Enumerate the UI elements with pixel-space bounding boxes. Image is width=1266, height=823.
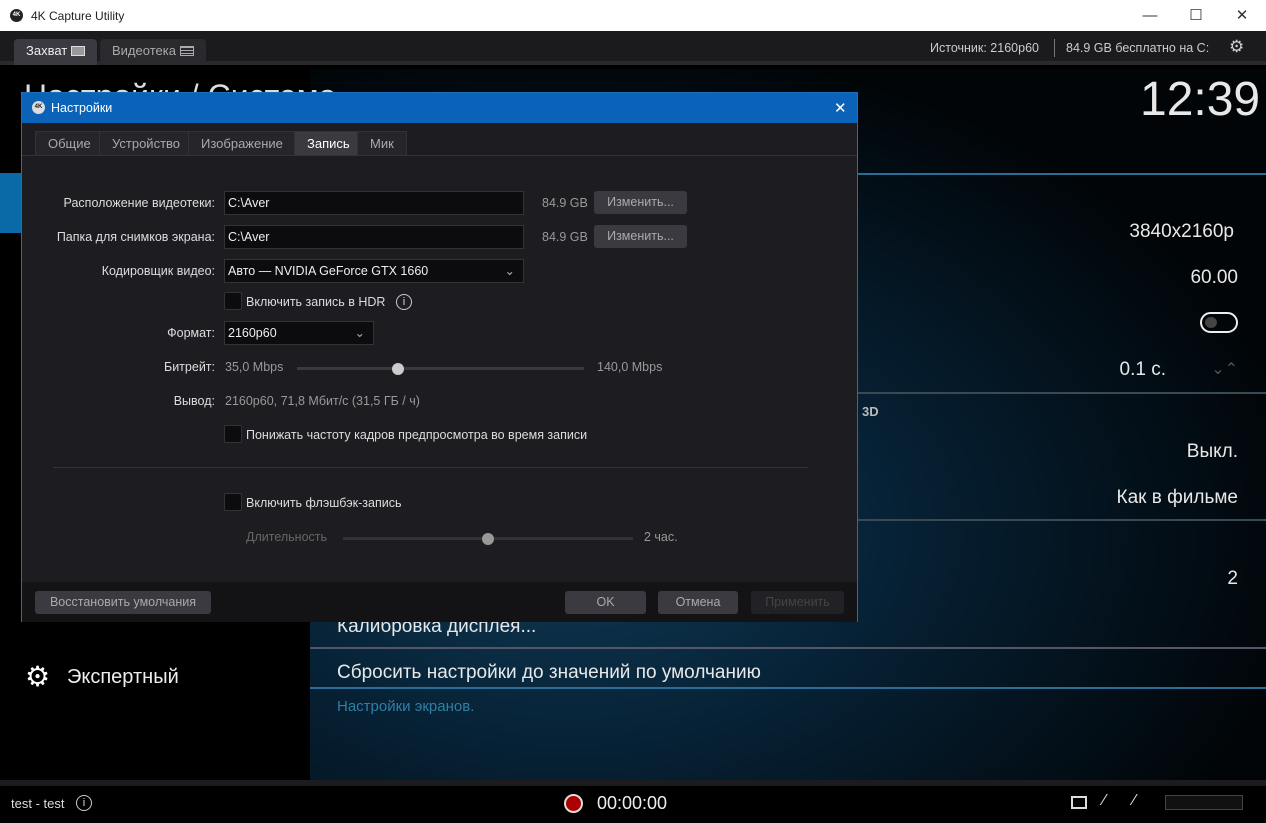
clock: 12:39 <box>1140 73 1261 126</box>
ok-button[interactable]: OK <box>565 591 646 614</box>
grid-icon <box>179 46 194 56</box>
format-label: Формат: <box>167 326 215 340</box>
section-3d: 3D <box>862 404 879 419</box>
title-bar: 4K 4K Capture Utility — ☐ ✕ <box>0 0 1266 31</box>
dialog-header: 4K Настройки ✕ <box>22 93 857 123</box>
hdr-checkbox[interactable] <box>224 292 242 310</box>
hdr-label: Включить запись в HDR <box>246 295 386 309</box>
flashback-label: Включить флэшбэк-запись <box>246 496 402 510</box>
source-info: Источник: 2160p60 <box>930 41 1039 55</box>
info-icon[interactable]: i <box>396 294 412 310</box>
maximize-button[interactable]: ☐ <box>1173 4 1219 28</box>
top-bar: Захват Видеотека Источник: 2160p60 84.9 … <box>0 31 1266 65</box>
duration-value: 2 час. <box>644 530 678 544</box>
library-label: Расположение видеотеки: <box>63 196 215 210</box>
screenshot-label: Папка для снимков экрана: <box>56 230 215 244</box>
tab-general[interactable]: Общие <box>35 131 104 156</box>
change-library-button[interactable]: Изменить... <box>594 191 687 214</box>
screen-settings-hint: Настройки экранов. <box>337 698 475 715</box>
record-button[interactable] <box>564 794 583 813</box>
divider <box>53 467 808 468</box>
apply-button[interactable]: Применить <box>751 591 844 614</box>
mic-muted-icon[interactable]: ⁄ <box>1103 792 1106 810</box>
app-logo: 4K <box>32 101 45 114</box>
tab-recording[interactable]: Запись <box>294 131 363 156</box>
duration-slider-thumb[interactable] <box>482 533 494 545</box>
screenshot-free: 84.9 GB <box>542 230 588 244</box>
status-bar: test - test i 00:00:00 ⁄ ⁄ <box>0 780 1266 823</box>
app-logo: 4K <box>10 9 23 22</box>
encoder-value: Авто — NVIDIA GeForce GTX 1660 <box>228 264 429 278</box>
tab-capture[interactable]: Захват <box>14 39 97 65</box>
record-timer: 00:00:00 <box>597 793 668 813</box>
screen-icon <box>70 46 85 56</box>
tab-image[interactable]: Изображение <box>188 131 296 156</box>
lower-fps-label: Понижать частоту кадров предпросмотра во… <box>246 428 588 442</box>
profile-name: test - test <box>11 796 65 811</box>
dialog-close-button[interactable]: ✕ <box>834 99 847 117</box>
window-title: 4K Capture Utility <box>31 9 125 23</box>
screenshot-icon[interactable] <box>1071 796 1087 809</box>
tab-label: Видеотека <box>112 43 176 58</box>
delay-value: 0.1 с. <box>1119 359 1166 380</box>
reset-settings[interactable]: Сбросить настройки до значений по умолча… <box>337 662 761 684</box>
format-select[interactable]: 2160p60 ⌄ <box>224 321 374 345</box>
bitrate-max: 140,0 Mbps <box>597 360 663 374</box>
gear-icon[interactable]: ⚙ <box>1229 37 1244 57</box>
change-screenshot-button[interactable]: Изменить... <box>594 225 687 248</box>
chevron-down-icon: ⌄ <box>354 326 365 340</box>
settings-dialog: 4K Настройки ✕ Общие Устройство Изображе… <box>21 92 858 622</box>
bitrate-slider[interactable] <box>297 367 584 370</box>
encoder-label: Кодировщик видео: <box>101 264 215 278</box>
audio-level-meter <box>1165 795 1243 810</box>
free-space: 84.9 GB бесплатно на C: <box>1066 41 1210 55</box>
tab-label: Захват <box>26 43 68 58</box>
tab-mic[interactable]: Мик <box>357 131 407 156</box>
bitrate-slider-thumb[interactable] <box>391 363 404 375</box>
library-path-input[interactable]: C:\Aver <box>224 191 524 215</box>
format-value: 2160p60 <box>228 326 277 340</box>
bitrate-min: 35,0 Mbps <box>225 360 284 374</box>
count-value: 2 <box>1227 568 1238 589</box>
divider <box>1054 39 1055 57</box>
info-icon[interactable]: i <box>76 795 92 811</box>
library-free: 84.9 GB <box>542 196 588 210</box>
dialog-footer: Восстановить умолчания OK Отмена Примени… <box>22 582 857 622</box>
stepper-arrows-icon[interactable]: ⌄⌃ <box>1211 359 1238 379</box>
minimize-button[interactable]: — <box>1127 4 1173 28</box>
output-label: Вывод: <box>173 394 215 408</box>
encoder-select[interactable]: Авто — NVIDIA GeForce GTX 1660 ⌄ <box>224 259 524 283</box>
restore-defaults-button[interactable]: Восстановить умолчания <box>35 591 211 614</box>
dialog-title: Настройки <box>51 101 113 115</box>
bitrate-label: Битрейт: <box>164 360 215 374</box>
resolution-value: 3840x2160p <box>1129 221 1234 242</box>
tab-device[interactable]: Устройство <box>99 131 194 156</box>
gear-icon: ⚙ <box>25 661 51 692</box>
duration-label: Длительность <box>246 530 328 544</box>
close-button[interactable]: ✕ <box>1219 4 1265 28</box>
chevron-down-icon: ⌄ <box>504 264 515 278</box>
screenshot-path-input[interactable]: C:\Aver <box>224 225 524 249</box>
toggle-switch[interactable] <box>1200 312 1238 333</box>
sidebar-item-expert[interactable]: Экспертный <box>67 666 179 689</box>
flashback-checkbox[interactable] <box>224 493 242 511</box>
3d-mode-value[interactable]: Выкл. <box>1187 441 1238 463</box>
audio-muted-icon[interactable]: ⁄ <box>1133 792 1136 810</box>
cancel-button[interactable]: Отмена <box>658 591 738 614</box>
output-value: 2160p60, 71,8 Мбит/с (31,5 ГБ / ч) <box>225 394 420 408</box>
framerate-value: 60.00 <box>1190 267 1238 288</box>
lower-fps-checkbox[interactable] <box>224 425 242 443</box>
3d-format-value[interactable]: Как в фильме <box>1117 487 1238 509</box>
tab-library[interactable]: Видеотека <box>100 39 206 65</box>
